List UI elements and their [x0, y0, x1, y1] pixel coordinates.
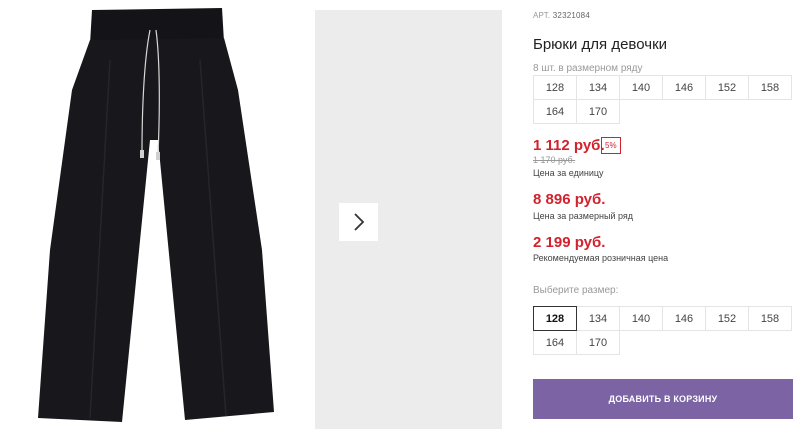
size-option[interactable]: 134	[576, 306, 620, 331]
size-option[interactable]: 158	[748, 306, 792, 331]
size-row-item: 158	[748, 75, 792, 100]
discount-badge: 5%	[601, 137, 621, 154]
gallery-next-panel	[315, 10, 502, 429]
size-select-grid: 128 134 140 146 152 158 164 170	[533, 306, 792, 355]
size-option[interactable]: 152	[705, 306, 749, 331]
product-title: Брюки для девочки	[533, 36, 668, 53]
next-image-button[interactable]	[339, 203, 378, 241]
trousers-illustration	[38, 8, 274, 422]
old-price: 1 170 руб.	[533, 155, 576, 165]
size-row-hint: 8 шт. в размерном ряду	[533, 63, 643, 74]
unit-price-label: Цена за единицу	[533, 168, 604, 178]
size-option[interactable]: 170	[576, 330, 620, 355]
row-price: 8 896 руб.	[533, 191, 606, 208]
add-to-cart-button[interactable]: ДОБАВИТЬ В КОРЗИНУ	[533, 379, 793, 419]
size-row-item: 146	[662, 75, 706, 100]
size-row-item: 170	[576, 99, 620, 124]
size-select-hint: Выберите размер:	[533, 285, 619, 296]
size-row-item: 128	[533, 75, 577, 100]
size-row-item: 152	[705, 75, 749, 100]
retail-price-label: Рекомендуемая розничная цена	[533, 253, 669, 263]
size-row-grid: 128 134 140 146 152 158 164 170	[533, 75, 792, 124]
size-option[interactable]: 164	[533, 330, 577, 355]
sku-label: АРТ.	[533, 11, 551, 20]
unit-price: 1 112 руб.	[533, 137, 605, 154]
size-row-item: 164	[533, 99, 577, 124]
size-row-item: 140	[619, 75, 663, 100]
product-sku: АРТ. 32321084	[533, 11, 590, 20]
product-image	[0, 0, 305, 432]
size-option[interactable]: 146	[662, 306, 706, 331]
chevron-right-icon	[353, 213, 364, 231]
sku-value: 32321084	[552, 11, 590, 20]
retail-price: 2 199 руб.	[533, 234, 606, 251]
size-option[interactable]: 140	[619, 306, 663, 331]
size-row-item: 134	[576, 75, 620, 100]
row-price-label: Цена за размерный ряд	[533, 211, 634, 221]
size-option-selected[interactable]: 128	[533, 306, 577, 331]
